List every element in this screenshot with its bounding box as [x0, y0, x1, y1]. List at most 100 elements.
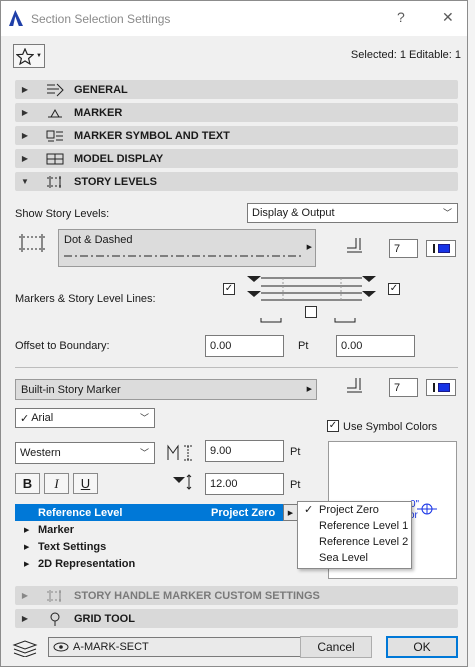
- expand-arrow-icon: ▶: [21, 614, 29, 623]
- favorites-button[interactable]: ▼: [13, 44, 45, 68]
- expand-arrow-icon: ▶: [24, 543, 30, 551]
- check-icon: ✓: [304, 504, 314, 516]
- pen-number-input-1[interactable]: 7: [389, 239, 418, 258]
- tree-item-marker[interactable]: ▶ Marker: [15, 521, 297, 538]
- line-spacing-value: 12.00: [210, 478, 238, 490]
- use-symbol-colors-label: Use Symbol Colors: [343, 421, 438, 433]
- expand-arrow-icon: ▶: [21, 154, 29, 163]
- text-size-value: 9.00: [210, 445, 232, 457]
- section-marker-symbol-text[interactable]: ▶ MARKER SYMBOL AND TEXT: [15, 126, 458, 145]
- pen-color-swatch-1[interactable]: [426, 240, 456, 257]
- section-general[interactable]: ▶ GENERAL: [15, 80, 458, 99]
- pen-number-1: 7: [394, 242, 401, 255]
- menu-item-project-zero[interactable]: ✓ Project Zero: [298, 502, 411, 518]
- right-marker-checkbox[interactable]: ✓: [388, 283, 400, 295]
- pen-weight-bar: [432, 244, 435, 253]
- reference-level-value: Project Zero: [211, 506, 276, 519]
- menu-item-reference-level-2[interactable]: Reference Level 2: [298, 534, 411, 550]
- offset-unit-label: Pt: [298, 340, 309, 352]
- pen-number-2: 7: [394, 381, 401, 394]
- arrow-right-icon: ▶: [306, 244, 312, 251]
- pen-color-sample: [437, 244, 450, 253]
- chevron-down-icon: ﹀: [442, 207, 452, 218]
- cancel-button[interactable]: Cancel: [300, 636, 372, 658]
- expand-arrow-icon: ▶: [24, 560, 30, 568]
- offset-input-2[interactable]: 0.00: [336, 335, 415, 357]
- text-size-input[interactable]: 9.00: [205, 440, 284, 462]
- line-type-picker[interactable]: Dot & Dashed ▶: [58, 229, 316, 267]
- expand-arrow-icon: ▶: [21, 591, 29, 600]
- tree-item-label: Reference Level: [38, 506, 123, 519]
- offset-value-2: 0.00: [341, 340, 363, 352]
- bold-button[interactable]: B: [15, 473, 40, 494]
- chevron-down-icon: ﹀: [139, 412, 149, 423]
- line-spacing-input[interactable]: 12.00: [205, 473, 284, 495]
- line-checkbox[interactable]: [305, 306, 317, 318]
- level-marker-symbol-icon: [417, 503, 437, 515]
- encoding-name: Western: [20, 447, 61, 459]
- pen-number-input-2[interactable]: 7: [389, 378, 418, 397]
- text-size-unit: Pt: [290, 446, 301, 458]
- arrow-right-icon: ▶: [287, 509, 294, 517]
- dialog-title: Section Selection Settings: [31, 12, 171, 26]
- line-spacing-icon: [171, 473, 197, 494]
- offset-input-1[interactable]: 0.00: [205, 335, 284, 357]
- title-bar: Section Selection Settings ? ✕: [1, 1, 467, 36]
- expand-arrow-icon: ▶: [21, 108, 29, 117]
- reference-level-dropdown-button[interactable]: ▶: [283, 504, 298, 521]
- tree-item-2d-representation[interactable]: ▶ 2D Representation: [15, 555, 297, 572]
- expand-arrow-icon: ▶: [24, 526, 30, 534]
- close-button[interactable]: ✕: [442, 9, 454, 26]
- pen-icon: [344, 376, 366, 397]
- section-story-levels[interactable]: ▼ STORY LEVELS: [15, 172, 458, 191]
- divider: [15, 367, 458, 368]
- story-line-diagram: [245, 274, 378, 333]
- show-story-levels-label: Show Story Levels:: [15, 208, 110, 220]
- section-marker-symbol-text-label: MARKER SYMBOL AND TEXT: [74, 129, 230, 142]
- font-check-icon: ✓: [20, 412, 30, 425]
- offset-to-boundary-label: Offset to Boundary:: [15, 340, 110, 352]
- section-marker[interactable]: ▶ MARKER: [15, 103, 458, 122]
- tree-item-reference-level[interactable]: Reference Level Project Zero: [15, 504, 297, 521]
- section-story-handle-marker[interactable]: ▶ STORY HANDLE MARKER CUSTOM SETTINGS: [15, 586, 458, 605]
- marker-type-picker[interactable]: Built-in Story Marker ▶: [15, 379, 317, 400]
- ok-button[interactable]: OK: [386, 636, 458, 658]
- star-icon: [16, 47, 35, 65]
- pen-icon: [344, 236, 366, 257]
- expand-arrow-icon: ▶: [21, 131, 29, 140]
- italic-button[interactable]: I: [44, 473, 69, 494]
- pen-color-sample: [437, 383, 450, 392]
- encoding-select[interactable]: Western ﹀: [15, 442, 155, 464]
- marker-symbol-text-icon: [44, 129, 66, 143]
- underline-button[interactable]: U: [73, 473, 98, 494]
- menu-item-sea-level[interactable]: Sea Level: [298, 550, 411, 566]
- tree-item-label: Marker: [38, 523, 75, 536]
- selection-info: Selected: 1 Editable: 1: [350, 49, 461, 61]
- chevron-down-icon: ▼: [36, 53, 42, 59]
- marker-type-name: Built-in Story Marker: [21, 383, 121, 396]
- pen-color-swatch-2[interactable]: [426, 379, 456, 396]
- section-model-display[interactable]: ▶ MODEL DISPLAY: [15, 149, 458, 168]
- section-story-levels-label: STORY LEVELS: [74, 175, 157, 188]
- left-marker-checkbox[interactable]: ✓: [223, 283, 235, 295]
- section-grid-tool[interactable]: ▶ GRID TOOL: [15, 609, 458, 628]
- arrow-right-icon: ▶: [306, 386, 312, 393]
- line-type-name: Dot & Dashed: [64, 234, 133, 246]
- section-model-display-label: MODEL DISPLAY: [74, 152, 164, 165]
- line-spacing-unit: Pt: [290, 479, 301, 491]
- layer-select[interactable]: A-MARK-SECT ﹀: [48, 637, 317, 657]
- font-name: Arial: [31, 412, 54, 424]
- font-select[interactable]: ✓ Arial ﹀: [15, 408, 155, 428]
- menu-item-reference-level-1[interactable]: Reference Level 1: [298, 518, 411, 534]
- expand-arrow-icon: ▶: [21, 85, 29, 94]
- eye-icon: [53, 642, 69, 652]
- help-button[interactable]: ?: [397, 9, 405, 25]
- tree-item-text-settings[interactable]: ▶ Text Settings: [15, 538, 297, 555]
- use-symbol-colors-checkbox[interactable]: ✓: [327, 420, 339, 432]
- section-story-handle-label: STORY HANDLE MARKER CUSTOM SETTINGS: [74, 589, 320, 602]
- reference-level-menu: ✓ Project Zero Reference Level 1 Referenc…: [297, 501, 412, 569]
- pen-weight-bar: [432, 383, 435, 392]
- show-story-levels-select[interactable]: Display & Output ﹀: [247, 203, 458, 223]
- text-size-icon: [166, 443, 194, 466]
- grid-tool-icon: [44, 612, 66, 626]
